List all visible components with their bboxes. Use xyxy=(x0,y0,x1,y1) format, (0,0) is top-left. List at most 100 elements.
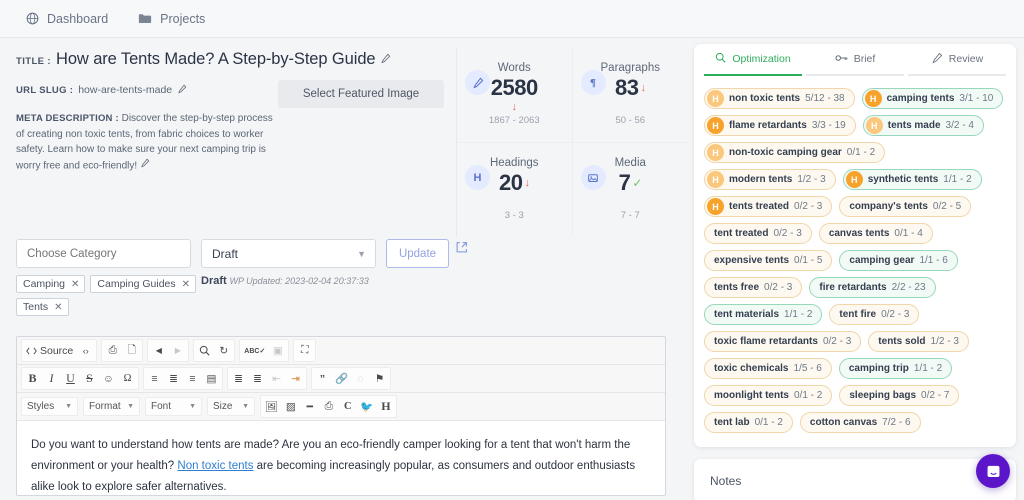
maximize-icon[interactable]: ⛶ xyxy=(295,341,314,360)
toolbar-group-media: 🖼 ▨ ━ ⎙ C 🐦 H xyxy=(260,395,398,419)
keyword-tag[interactable]: tent treated 0/2 - 3 xyxy=(704,223,812,244)
template-icon[interactable]: ▣ xyxy=(268,341,287,360)
paste-icon[interactable]: ⎙ xyxy=(103,341,122,360)
stats-column: Words 2580 ↓ 1867 - 2063 ¶ Paragraphs 83… xyxy=(456,38,688,500)
select-featured-image-button[interactable]: Select Featured Image xyxy=(278,80,444,108)
keyword-text: non-toxic camping gear xyxy=(729,147,842,158)
status-select[interactable]: Draft ▼ xyxy=(201,239,376,269)
keyword-tag[interactable]: Htents treated 0/2 - 3 xyxy=(704,196,833,217)
replace-icon[interactable]: ↻ xyxy=(214,341,233,360)
globe-icon xyxy=(26,12,39,25)
nav-label-dashboard: Dashboard xyxy=(47,11,109,26)
special-char-icon[interactable]: Ω xyxy=(118,369,137,388)
keyword-tag[interactable]: tents sold 1/2 - 3 xyxy=(868,331,969,352)
indent-icon[interactable]: ⇥ xyxy=(286,369,305,388)
anchor-icon[interactable]: ⚑ xyxy=(370,369,389,388)
smiley-icon[interactable]: ☺ xyxy=(99,369,118,388)
keyword-tag[interactable]: expensive tents 0/1 - 5 xyxy=(704,250,833,271)
heading-icon[interactable]: H xyxy=(376,397,395,416)
numbered-list-icon[interactable]: ≣ xyxy=(229,369,248,388)
tab-brief[interactable]: Brief xyxy=(806,44,904,76)
redo-icon[interactable]: ▶ xyxy=(168,341,187,360)
heading-badge-icon: H xyxy=(707,198,724,215)
refresh-icon[interactable]: C xyxy=(338,397,357,416)
nav-item-dashboard[interactable]: Dashboard xyxy=(14,6,120,32)
heading-badge-icon: H xyxy=(845,171,863,188)
bold-icon[interactable]: B xyxy=(23,369,42,388)
category-chip[interactable]: Tents ✕ xyxy=(16,298,69,317)
twitter-icon[interactable]: 🐦 xyxy=(357,397,376,416)
paste-word-icon[interactable]: 🗋 xyxy=(122,341,141,360)
horizontal-rule-icon[interactable]: ━ xyxy=(300,397,319,416)
keyword-text: non toxic tents xyxy=(729,93,801,104)
keyword-count: 1/1 - 6 xyxy=(919,255,948,266)
keyword-tag[interactable]: toxic flame retardants 0/2 - 3 xyxy=(704,331,862,352)
keyword-tag[interactable]: company's tents 0/2 - 5 xyxy=(839,196,972,217)
size-label: Size xyxy=(213,401,233,413)
undo-icon[interactable]: ◀ xyxy=(149,341,168,360)
keyword-tag[interactable]: Hflame retardants 3/3 - 19 xyxy=(704,115,856,136)
notes-panel[interactable]: Notes xyxy=(694,459,1016,500)
blockquote-icon[interactable]: ” xyxy=(313,369,332,388)
image-icon[interactable]: 🖼 xyxy=(262,397,281,416)
keyword-tag[interactable]: tent fire 0/2 - 3 xyxy=(829,304,920,325)
keyword-tag[interactable]: camping trip 1/1 - 2 xyxy=(838,358,953,379)
keyword-tag[interactable]: Hmodern tents 1/2 - 3 xyxy=(704,169,836,190)
keyword-tag[interactable]: Hcamping tents 3/1 - 10 xyxy=(861,88,1004,109)
keyword-tag[interactable]: Hnon toxic tents 5/12 - 38 xyxy=(704,88,855,109)
page-break-icon[interactable]: ⎙ xyxy=(319,397,338,416)
keyword-tag[interactable]: camping gear 1/1 - 6 xyxy=(839,250,958,271)
outdent-icon[interactable]: ⇤ xyxy=(267,369,286,388)
keyword-tag[interactable]: cotton canvas 7/2 - 6 xyxy=(799,412,921,433)
stat-status-icon: ↓ xyxy=(640,82,646,94)
category-chip[interactable]: Camping ✕ xyxy=(16,275,86,294)
bullet-list-icon[interactable]: ≣ xyxy=(248,369,267,388)
content-link[interactable]: Non toxic tents xyxy=(177,460,253,472)
keyword-tag[interactable]: Hnon-toxic camping gear 0/1 - 2 xyxy=(704,142,886,163)
link-icon[interactable]: 🔗 xyxy=(332,369,351,388)
font-select[interactable]: Font ▼ xyxy=(145,397,202,417)
edit-title-icon[interactable] xyxy=(380,51,391,69)
keyword-tag[interactable]: Htents made 3/2 - 4 xyxy=(862,115,984,136)
table-icon[interactable]: ▨ xyxy=(281,397,300,416)
keyword-tag[interactable]: tents free 0/2 - 3 xyxy=(704,277,803,298)
styles-select[interactable]: Styles ▼ xyxy=(21,397,78,417)
size-select[interactable]: Size ▼ xyxy=(207,397,255,417)
update-button[interactable]: Update xyxy=(386,239,449,269)
title-label: TITLE : xyxy=(16,56,51,67)
remove-chip-icon[interactable]: ✕ xyxy=(71,279,79,290)
keyword-tag[interactable]: sleeping bags 0/2 - 7 xyxy=(839,385,960,406)
tab-optimization[interactable]: Optimization xyxy=(704,44,802,76)
align-right-icon[interactable]: ≡ xyxy=(183,369,202,388)
edit-description-icon[interactable] xyxy=(140,158,150,174)
italic-icon[interactable]: I xyxy=(42,369,61,388)
search-icon[interactable] xyxy=(195,341,214,360)
keyword-tag[interactable]: toxic chemicals 1/5 - 6 xyxy=(704,358,832,379)
nav-item-projects[interactable]: Projects xyxy=(126,6,217,32)
source-button[interactable]: Source xyxy=(23,341,76,360)
keyword-tag[interactable]: canvas tents 0/1 - 4 xyxy=(818,223,933,244)
align-center-icon[interactable]: ≣ xyxy=(164,369,183,388)
edit-slug-icon[interactable] xyxy=(177,81,187,99)
keyword-count: 3/1 - 10 xyxy=(959,93,994,104)
align-left-icon[interactable]: ≡ xyxy=(145,369,164,388)
format-select[interactable]: Format ▼ xyxy=(83,397,140,417)
category-input[interactable] xyxy=(16,239,191,269)
unlink-icon[interactable]: ◌ xyxy=(351,369,370,388)
keyword-tag[interactable]: fire retardants 2/2 - 23 xyxy=(809,277,936,298)
keyword-tag[interactable]: tent lab 0/1 - 2 xyxy=(704,412,793,433)
keyword-tag[interactable]: moonlight tents 0/1 - 2 xyxy=(704,385,833,406)
code-icon[interactable]: ‹› xyxy=(76,341,95,360)
chat-bubble-icon[interactable] xyxy=(976,454,1010,488)
remove-chip-icon[interactable]: ✕ xyxy=(54,302,62,313)
pen-icon xyxy=(931,52,943,67)
remove-chip-icon[interactable]: ✕ xyxy=(182,279,190,290)
underline-icon[interactable]: U xyxy=(61,369,80,388)
tab-review[interactable]: Review xyxy=(908,44,1006,76)
keyword-tag[interactable]: tent materials 1/1 - 2 xyxy=(704,304,823,325)
strikethrough-icon[interactable]: S xyxy=(80,369,99,388)
justify-icon[interactable]: ▤ xyxy=(202,369,221,388)
category-chip[interactable]: Camping Guides ✕ xyxy=(90,275,197,294)
keyword-tag[interactable]: Hsynthetic tents 1/1 - 2 xyxy=(842,169,982,190)
spellcheck-icon[interactable]: ABC✓ xyxy=(241,341,268,360)
